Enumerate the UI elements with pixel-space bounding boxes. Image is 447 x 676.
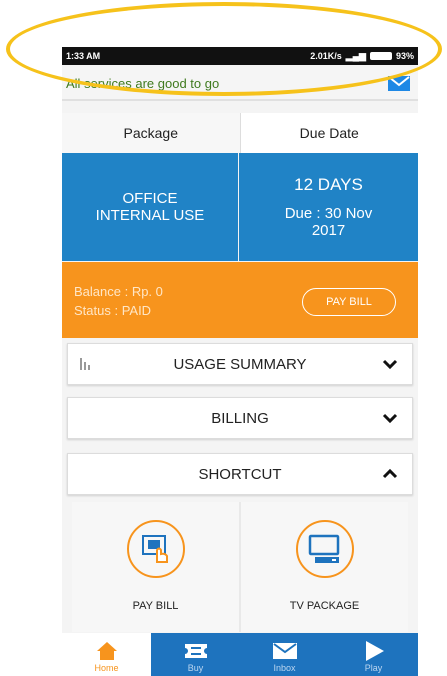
chevron-down-icon[interactable] bbox=[382, 356, 398, 372]
tv-package-icon bbox=[295, 520, 354, 578]
pay-bill-icon bbox=[126, 520, 185, 578]
table-header: Package Due Date bbox=[62, 113, 418, 153]
network-speed: 2.01K/s bbox=[310, 51, 342, 61]
shortcut-label: SHORTCUT bbox=[198, 465, 282, 483]
shortcut-grid: PAY BILL TV PACKAGE bbox=[72, 502, 408, 632]
chevron-up-icon[interactable] bbox=[382, 466, 398, 482]
chevron-down-icon[interactable] bbox=[382, 410, 398, 426]
shortcut-accordion[interactable]: SHORTCUT bbox=[67, 453, 413, 495]
phone-screen: 1:33 AM 2.01K/s ▂▄▆ 93% All services are… bbox=[62, 47, 418, 676]
package-header: Package bbox=[62, 113, 241, 153]
days-remaining: 12 DAYS bbox=[294, 175, 363, 194]
billing-label: BILLING bbox=[211, 409, 269, 427]
service-status-banner[interactable]: All services are good to go bbox=[62, 67, 418, 101]
status-time: 1:33 AM bbox=[66, 51, 101, 61]
billing-info-panel: Balance : Rp. 0 Status : PAID PAY BILL bbox=[62, 262, 418, 338]
nav-inbox[interactable]: Inbox bbox=[240, 633, 329, 676]
nav-home[interactable]: Home bbox=[62, 633, 151, 676]
balance-text: Balance : Rp. 0 bbox=[74, 284, 163, 299]
pay-bill-button[interactable]: PAY BILL bbox=[302, 288, 396, 316]
shortcut-tv-package[interactable]: TV PACKAGE bbox=[241, 502, 408, 632]
package-cell: OFFICE INTERNAL USE bbox=[62, 153, 238, 261]
package-name: OFFICE INTERNAL USE bbox=[95, 190, 205, 224]
nav-buy-label: Buy bbox=[187, 663, 204, 673]
status-bar: 1:33 AM 2.01K/s ▂▄▆ 93% bbox=[62, 47, 418, 65]
envelope-icon bbox=[272, 640, 297, 662]
due-date: Due : 30 Nov 2017 bbox=[284, 205, 373, 239]
bottom-navigation: Home Buy Inbox Play bbox=[62, 633, 418, 676]
status-text: Status : PAID bbox=[74, 303, 152, 318]
signal-icon: ▂▄▆ bbox=[345, 50, 366, 61]
shortcut-pay-bill[interactable]: PAY BILL bbox=[72, 502, 239, 632]
usage-summary-label: USAGE SUMMARY bbox=[173, 355, 307, 373]
nav-home-label: Home bbox=[94, 663, 119, 673]
service-status-text: All services are good to go bbox=[66, 75, 220, 91]
ticket-icon bbox=[183, 640, 208, 662]
balance-status: Balance : Rp. 0 Status : PAID bbox=[74, 282, 163, 320]
due-date-header: Due Date bbox=[240, 113, 418, 153]
nav-play[interactable]: Play bbox=[329, 633, 418, 676]
usage-chart-icon bbox=[80, 358, 90, 370]
mail-icon[interactable] bbox=[388, 75, 410, 91]
nav-play-label: Play bbox=[364, 663, 383, 673]
shortcut-tv-package-label: TV PACKAGE bbox=[289, 600, 360, 612]
status-indicators: 2.01K/s ▂▄▆ 93% bbox=[310, 51, 414, 62]
nav-inbox-label: Inbox bbox=[273, 663, 296, 673]
battery-icon bbox=[369, 52, 392, 60]
usage-summary-accordion[interactable]: USAGE SUMMARY bbox=[67, 343, 413, 385]
battery-level: 93% bbox=[395, 51, 414, 61]
billing-accordion[interactable]: BILLING bbox=[67, 397, 413, 439]
due-date-cell: 12 DAYS Due : 30 Nov 2017 bbox=[239, 153, 418, 261]
play-icon bbox=[363, 640, 385, 662]
shortcut-pay-bill-label: PAY BILL bbox=[132, 600, 179, 612]
home-icon bbox=[96, 640, 118, 662]
nav-buy[interactable]: Buy bbox=[151, 633, 240, 676]
